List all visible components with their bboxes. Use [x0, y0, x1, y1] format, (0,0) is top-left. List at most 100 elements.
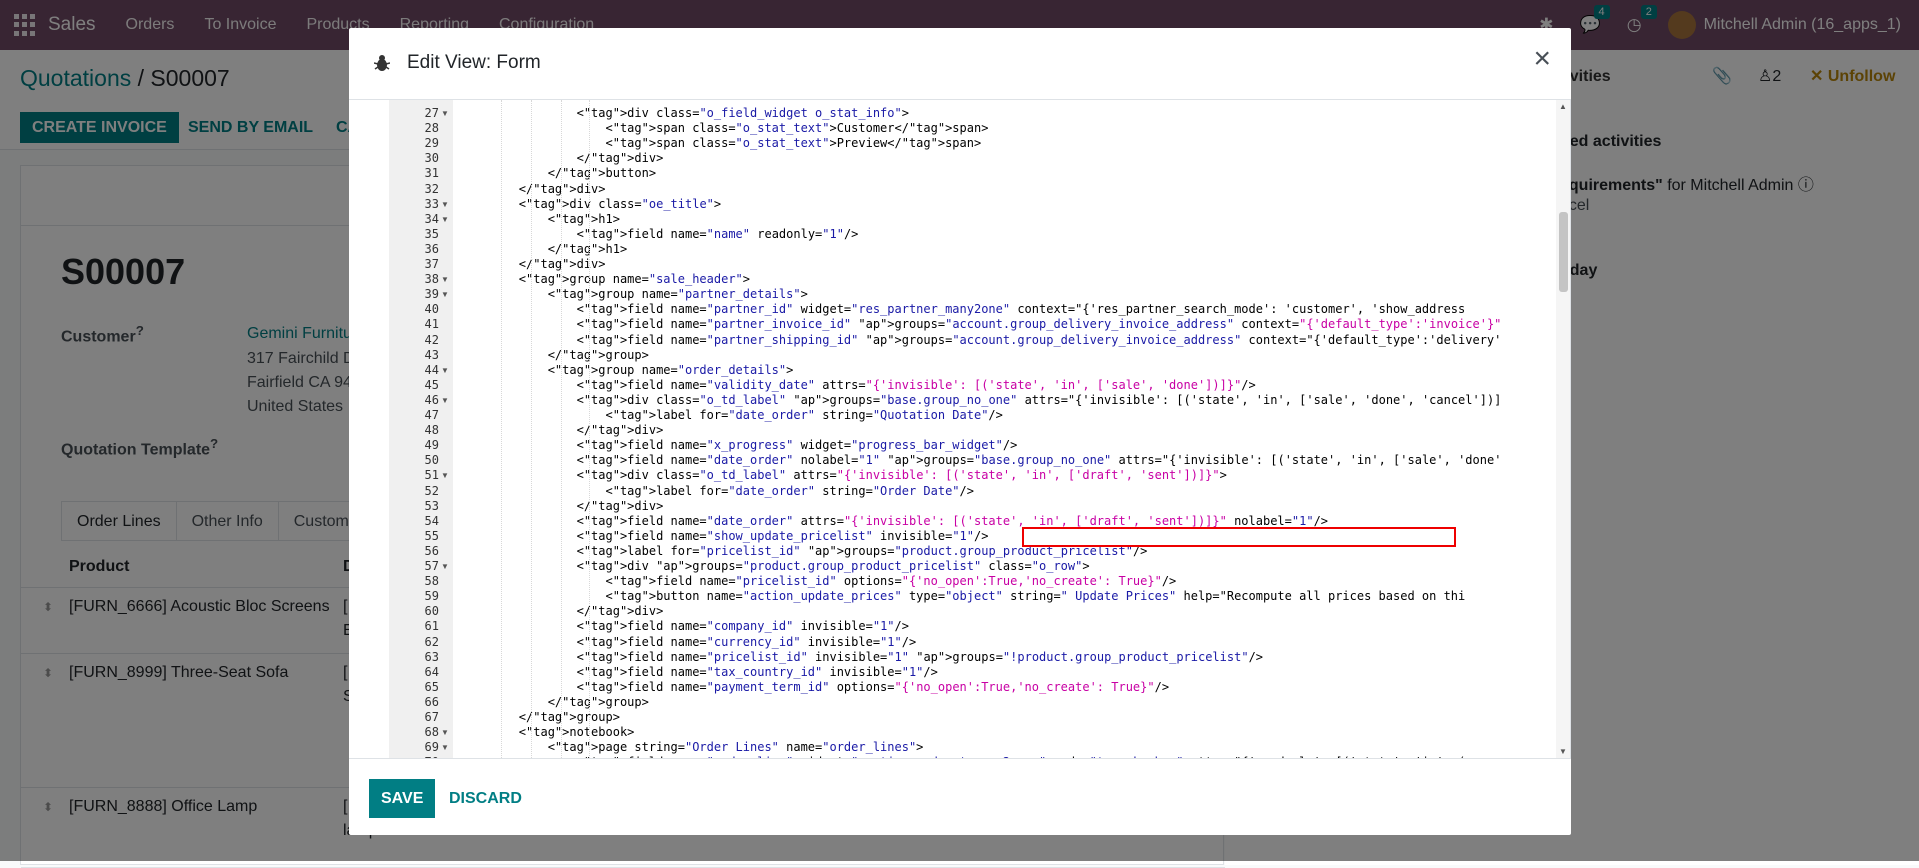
line-number: 61 — [424, 619, 439, 634]
code-line[interactable]: </"tag">group> — [461, 710, 620, 724]
code-line[interactable]: <"tag">field name="pricelist_id" options… — [461, 574, 1176, 588]
edit-view-dialog: Edit View: Form × <"tag">div class="o_fi… — [349, 28, 1571, 835]
code-line[interactable]: <"tag">button name="action_update_prices… — [461, 589, 1465, 603]
code-line[interactable]: <"tag">field name="validity_date" attrs=… — [461, 378, 1256, 392]
fold-arrow-icon[interactable]: ▼ — [441, 562, 449, 571]
line-number: 59 — [424, 589, 439, 604]
code-line[interactable]: <"tag">field name="pricelist_id" invisib… — [461, 650, 1263, 664]
line-number: 60 — [424, 604, 439, 619]
code-line[interactable]: <"tag">notebook> — [461, 725, 635, 739]
code-line[interactable]: <"tag">field name="company_id" invisible… — [461, 619, 909, 633]
highlight-box — [1022, 527, 1456, 547]
line-number: 29 — [424, 136, 439, 151]
code-line[interactable]: <"tag">div class="o_field_widget o_stat_… — [461, 106, 909, 120]
fold-arrow-icon[interactable]: ▼ — [441, 396, 449, 405]
fold-arrow-icon[interactable]: ▼ — [441, 366, 449, 375]
code-line[interactable]: <"tag">field name="payment_term_id" opti… — [461, 680, 1169, 694]
fold-arrow-icon[interactable]: ▼ — [441, 200, 449, 209]
code-line[interactable]: </"tag">button> — [461, 166, 656, 180]
fold-arrow-icon[interactable]: ▼ — [441, 471, 449, 480]
line-number: 33 — [424, 196, 439, 211]
line-number: 53 — [424, 498, 439, 513]
discard-button[interactable]: DISCARD — [449, 779, 522, 818]
code-line[interactable]: <"tag">span class="o_stat_text">Preview<… — [461, 136, 981, 150]
line-number: 46 — [424, 392, 439, 407]
line-number: 42 — [424, 332, 439, 347]
code-line[interactable]: <"tag">field name="partner_invoice_id" "… — [461, 317, 1502, 331]
code-area[interactable]: <"tag">div class="o_field_widget o_stat_… — [453, 100, 1556, 758]
line-number: 58 — [424, 574, 439, 589]
code-line[interactable]: <"tag">field name="tax_country_id" invis… — [461, 665, 938, 679]
code-line[interactable]: <"tag">span class="o_stat_text">Customer… — [461, 121, 988, 135]
dialog-footer: SAVE DISCARD — [349, 758, 1571, 835]
code-line[interactable]: <"tag">field name="name" readonly="1"/> — [461, 227, 859, 241]
line-number: 44 — [424, 362, 439, 377]
code-line[interactable]: <"tag">group name="sale_header"> — [461, 272, 750, 286]
code-line[interactable]: <"tag">field name="show_update_pricelist… — [461, 529, 989, 543]
code-line[interactable]: </"tag">div> — [461, 257, 606, 271]
indent-guide — [561, 100, 562, 758]
indent-guide — [501, 100, 502, 758]
line-number: 45 — [424, 377, 439, 392]
code-line[interactable]: <"tag">field name="partner_shipping_id" … — [461, 333, 1502, 347]
line-number: 55 — [424, 528, 439, 543]
line-number: 32 — [424, 181, 439, 196]
code-line[interactable]: <"tag">h1> — [461, 212, 620, 226]
fold-arrow-icon[interactable]: ▼ — [441, 290, 449, 299]
dialog-header: Edit View: Form × — [349, 28, 1571, 100]
fold-arrow-icon[interactable]: ▼ — [441, 109, 449, 118]
code-editor[interactable]: <"tag">div class="o_field_widget o_stat_… — [389, 100, 1571, 758]
code-line[interactable]: <"tag">field name="date_order" attrs="{'… — [461, 514, 1328, 528]
code-line[interactable]: <"tag">field name="x_progress" widget="p… — [461, 438, 1018, 452]
line-number: 69 — [424, 740, 439, 755]
code-line[interactable]: </"tag">div> — [461, 151, 664, 165]
code-line[interactable]: </"tag">div> — [461, 423, 664, 437]
line-number: 30 — [424, 151, 439, 166]
line-number: 54 — [424, 513, 439, 528]
scroll-down-icon[interactable]: ▼ — [1559, 747, 1567, 756]
code-line[interactable]: <"tag">div "ap">groups="product.group_pr… — [461, 559, 1090, 573]
code-line[interactable]: <"tag">field name="currency_id" invisibl… — [461, 635, 917, 649]
fold-arrow-icon[interactable]: ▼ — [441, 275, 449, 284]
line-number: 68 — [424, 725, 439, 740]
line-number: 41 — [424, 317, 439, 332]
line-number: 67 — [424, 710, 439, 724]
fold-arrow-icon[interactable]: ▼ — [441, 743, 449, 752]
fold-arrow-icon[interactable]: ▼ — [441, 728, 449, 737]
code-line[interactable]: </"tag">div> — [461, 604, 664, 618]
line-number: 38 — [424, 272, 439, 287]
fold-arrow-icon[interactable]: ▼ — [441, 215, 449, 224]
line-number: 36 — [424, 241, 439, 256]
code-line[interactable]: <"tag">field name="date_order" nolabel="… — [461, 453, 1502, 467]
indent-guide — [531, 100, 532, 758]
code-line[interactable]: <"tag">div class="o_td_label" attrs="{'i… — [461, 468, 1227, 482]
scroll-up-icon[interactable]: ▲ — [1559, 102, 1567, 111]
line-number: 65 — [424, 679, 439, 694]
code-line[interactable]: </"tag">group> — [461, 348, 649, 362]
line-number: 56 — [424, 543, 439, 558]
save-button[interactable]: SAVE — [369, 779, 436, 818]
line-number: 37 — [424, 257, 439, 271]
code-line[interactable]: <"tag">label for="date_order" string="Qu… — [461, 408, 1002, 422]
scrollbar-thumb[interactable] — [1559, 212, 1568, 292]
code-line[interactable]: </"tag">div> — [461, 182, 606, 196]
line-number: 35 — [424, 226, 439, 241]
line-number: 49 — [424, 438, 439, 453]
code-line[interactable]: <"tag">div class="o_td_label" "ap">group… — [461, 393, 1502, 407]
code-line[interactable]: </"tag">h1> — [461, 242, 628, 256]
line-number: 40 — [424, 302, 439, 317]
line-number: 66 — [424, 694, 439, 709]
code-line[interactable]: <"tag">label for="date_order" string="Or… — [461, 484, 974, 498]
line-number: 47 — [424, 408, 439, 422]
line-number: 39 — [424, 287, 439, 302]
line-number: 43 — [424, 347, 439, 362]
code-line[interactable]: </"tag">div> — [461, 499, 664, 513]
code-line[interactable]: <"tag">group name="partner_details"> — [461, 287, 808, 301]
dialog-title: Edit View: Form — [407, 52, 541, 73]
line-number: 48 — [424, 423, 439, 438]
code-line[interactable]: </"tag">group> — [461, 695, 649, 709]
vertical-scrollbar[interactable]: ▲ ▼ — [1556, 100, 1570, 758]
code-line[interactable]: <"tag">group name="order_details"> — [461, 363, 794, 377]
code-line[interactable]: <"tag">field name="partner_id" widget="r… — [461, 302, 1466, 316]
close-icon[interactable]: × — [1533, 44, 1551, 74]
